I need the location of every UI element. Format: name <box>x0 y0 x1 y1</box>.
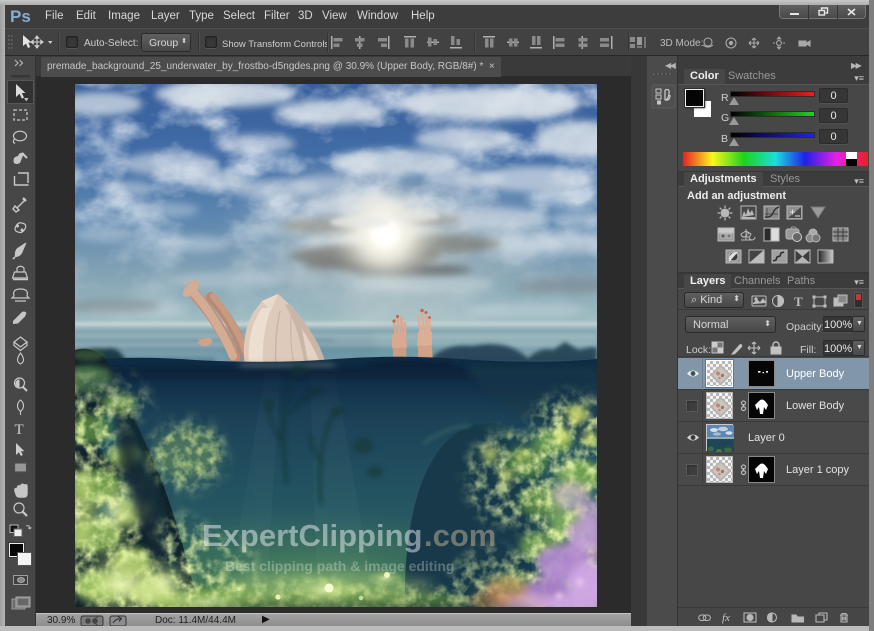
svg-text:ExpertClipping: ExpertClipping <box>202 518 422 553</box>
svg-text:T: T <box>15 422 24 438</box>
svg-text:Best clipping path & image edi: Best clipping path & image editing <box>225 558 454 574</box>
svg-text:fx: fx <box>722 612 730 624</box>
svg-text:T: T <box>794 294 803 309</box>
svg-text:.com: .com <box>424 518 496 553</box>
